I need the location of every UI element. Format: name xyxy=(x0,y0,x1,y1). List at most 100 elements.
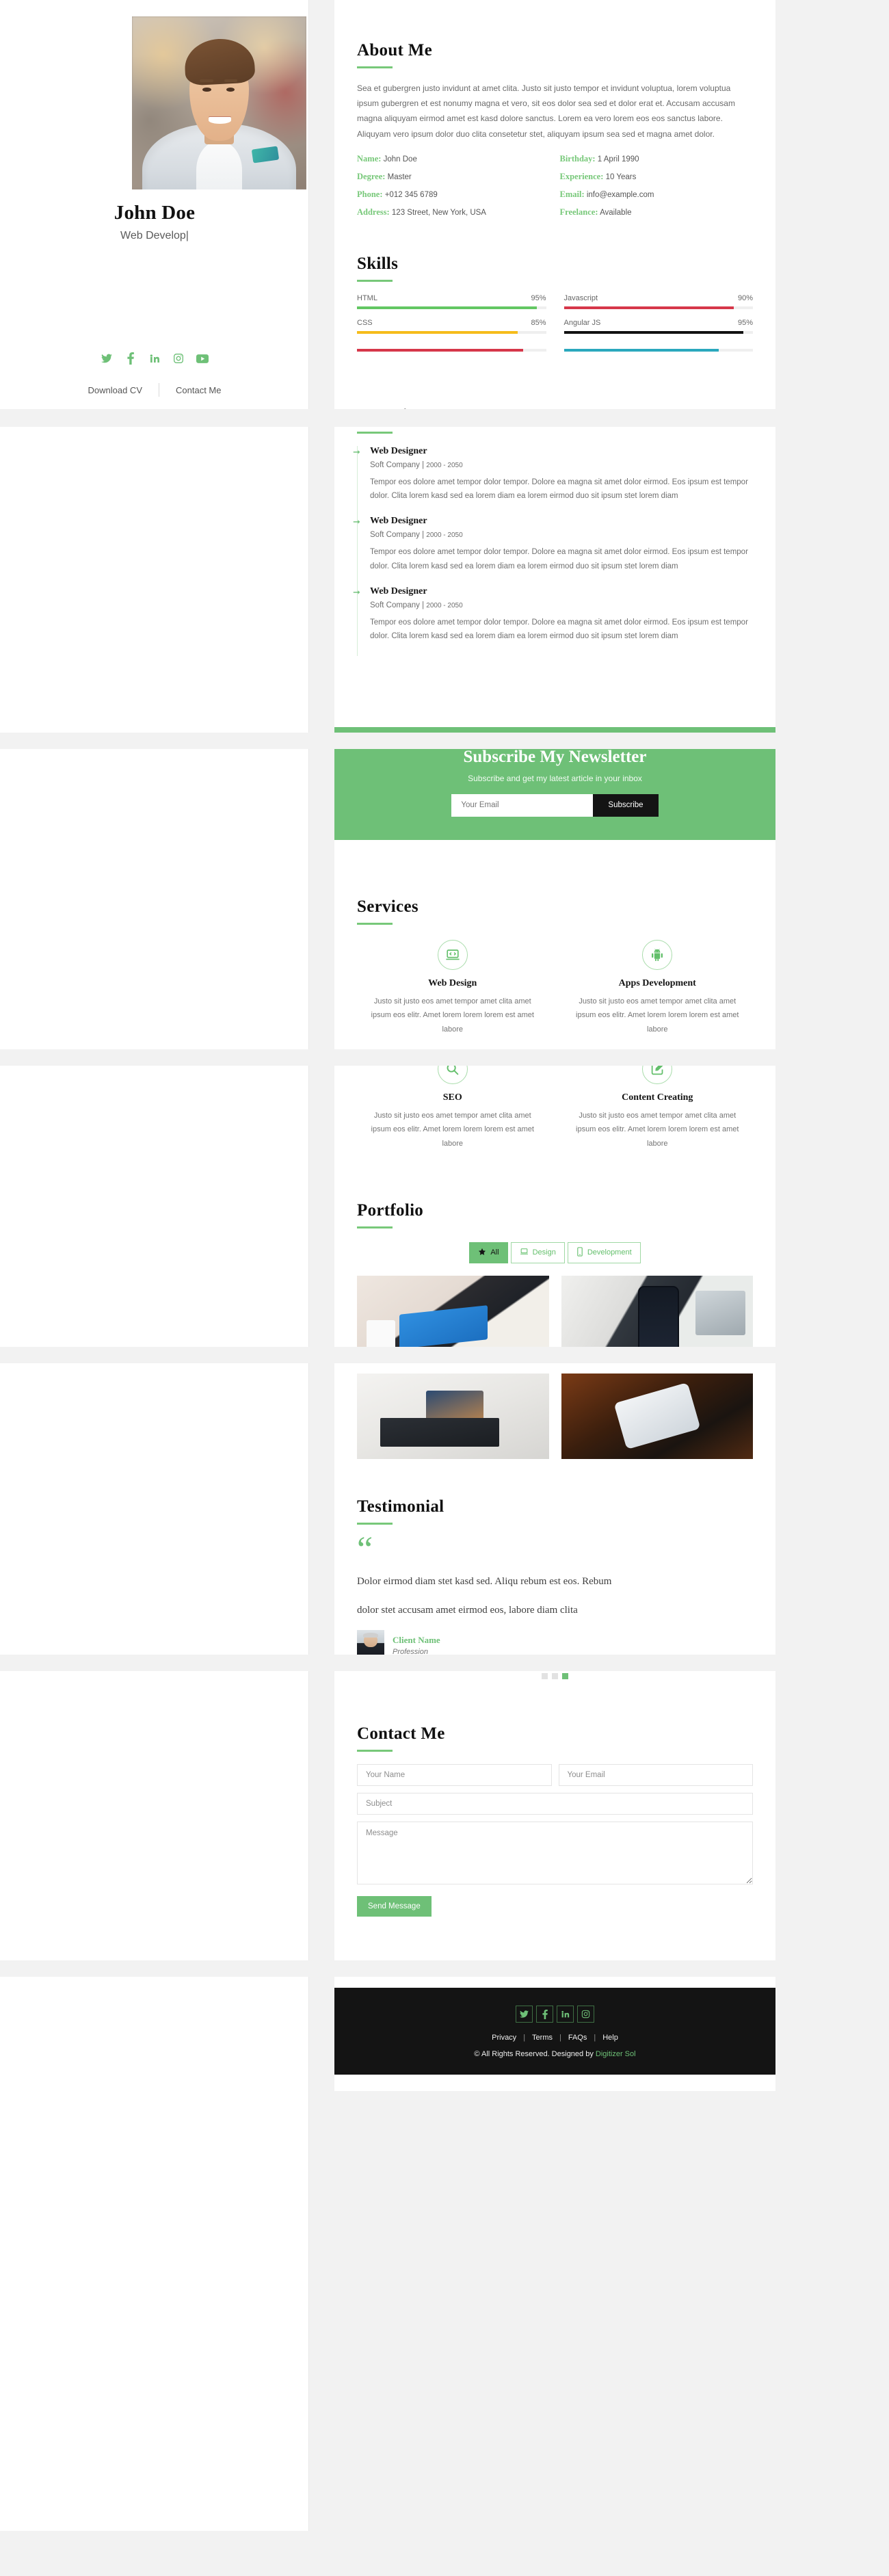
service-name: Web Design xyxy=(428,977,477,988)
download-cv-button[interactable]: Download CV xyxy=(72,385,159,395)
footer-copyright: © All Rights Reserved. Designed by Digit… xyxy=(334,2050,775,2058)
about-field-label: Degree: xyxy=(357,171,386,181)
facebook-icon[interactable] xyxy=(124,352,137,365)
subscribe-button[interactable]: Subscribe xyxy=(593,793,659,817)
about-field-freelance: Freelance: Available xyxy=(560,207,754,218)
footer-separator: | xyxy=(559,2034,561,2042)
experience-item: ➞ Web Designer Soft Company | 2000 - 205… xyxy=(353,445,753,516)
photo-smile xyxy=(209,116,232,124)
laptop-icon xyxy=(520,1247,529,1258)
contact-form-row xyxy=(357,1764,753,1787)
portfolio-filter-label: All xyxy=(490,1248,499,1257)
skill-label: HTML xyxy=(357,293,377,302)
carousel-dot-3[interactable] xyxy=(562,1673,568,1680)
experience-company: Soft Company xyxy=(370,531,420,540)
instagram-icon[interactable] xyxy=(577,2006,594,2023)
skill-bar-track xyxy=(357,306,546,309)
about-field-address: Address: 123 Street, New York, USA xyxy=(357,207,550,218)
contact-subject-input[interactable] xyxy=(357,1793,753,1815)
experience-desc: Tempor eos dolore amet tempor dolor temp… xyxy=(370,548,748,570)
experience-role: Web Designer xyxy=(370,516,427,527)
instagram-icon[interactable] xyxy=(172,352,185,365)
experience-years: 2000 - 2050 xyxy=(426,461,463,469)
service-content-creating[interactable]: Content Creating Justo sit justo eos ame… xyxy=(562,1053,754,1151)
footer-brand-link[interactable]: Digitizer Sol xyxy=(596,2050,636,2058)
experience-company: Soft Company xyxy=(370,601,420,609)
service-web-design[interactable]: Web Design Justo sit justo eos amet temp… xyxy=(357,939,548,1036)
twitter-icon[interactable] xyxy=(101,352,113,365)
skills-heading: Skills xyxy=(357,254,399,273)
scroll-seam-band xyxy=(0,1655,889,1671)
spacer-before-portfolio xyxy=(334,1157,775,1192)
linkedin-icon[interactable] xyxy=(148,352,161,365)
service-desc: Justo sit justo eos amet tempor amet cli… xyxy=(371,997,534,1034)
youtube-icon[interactable] xyxy=(196,352,209,365)
about-field-label: Email: xyxy=(559,189,585,199)
footer-bottom-spacer xyxy=(334,2075,775,2092)
main-content: About Me Sea et gubergren justo invidunt… xyxy=(334,0,775,2092)
portfolio-section: Portfolio All Design Development xyxy=(334,1191,775,1480)
footer-links: Privacy | Terms | FAQs | Help xyxy=(334,2034,775,2042)
contact-email-input[interactable] xyxy=(558,1764,753,1787)
skill-percent: 95% xyxy=(531,293,546,302)
services-grid: Web Design Justo sit justo eos amet temp… xyxy=(357,939,754,1151)
about-details-grid: Name: John Doe Birthday: 1 April 1990 De… xyxy=(357,154,753,218)
twitter-icon[interactable] xyxy=(516,2006,533,2023)
experience-desc: Tempor eos dolore amet tempor dolor temp… xyxy=(370,618,748,641)
portfolio-grid xyxy=(357,1275,753,1459)
profile-sidebar: John Doe Web Develop| Download CV Contac… xyxy=(0,0,309,2531)
contact-me-button[interactable]: Contact Me xyxy=(159,385,237,395)
footer-link-terms[interactable]: Terms xyxy=(527,2034,558,2042)
linkedin-icon[interactable] xyxy=(557,2006,574,2023)
photo-brow-right xyxy=(224,79,238,83)
portfolio-item[interactable] xyxy=(357,1373,549,1459)
experience-company: Soft Company xyxy=(370,460,420,469)
service-desc: Justo sit justo eos amet tempor amet cli… xyxy=(576,997,739,1034)
skill-bar-fill xyxy=(357,306,537,309)
footer-link-faqs[interactable]: FAQs xyxy=(563,2034,593,2042)
testimonial-carousel-dots xyxy=(357,1673,753,1680)
contact-message-textarea[interactable] xyxy=(357,1822,753,1885)
laptop-code-icon xyxy=(437,939,468,970)
profile-role: Web Develop| xyxy=(120,230,189,241)
experience-item: ➞ Web Designer Soft Company | 2000 - 205… xyxy=(353,586,753,656)
newsletter-email-input[interactable] xyxy=(451,793,594,817)
services-heading: Services xyxy=(357,897,419,916)
about-field-email: Email: info@example.com xyxy=(560,189,754,200)
newsletter-title: Subscribe My Newsletter xyxy=(463,747,647,766)
portfolio-filter-all[interactable]: All xyxy=(469,1241,508,1263)
experience-meta: Soft Company | 2000 - 2050 xyxy=(370,460,463,469)
send-message-button[interactable]: Send Message xyxy=(357,1896,432,1917)
portfolio-page: John Doe Web Develop| Download CV Contac… xyxy=(0,0,889,2576)
testimonial-heading-rule xyxy=(357,1522,393,1525)
carousel-dot-2[interactable] xyxy=(552,1673,558,1680)
footer-link-privacy[interactable]: Privacy xyxy=(486,2034,522,2042)
skill-bar-track xyxy=(357,348,546,352)
about-heading: About Me xyxy=(357,41,433,60)
arrow-right-icon: ➞ xyxy=(353,516,360,527)
services-section: Services Web Design Justo sit justo eos … xyxy=(334,887,775,1157)
carousel-dot-1[interactable] xyxy=(542,1673,548,1680)
service-seo[interactable]: SEO Justo sit justo eos amet tempor amet… xyxy=(357,1053,548,1151)
experience-role: Web Designer xyxy=(370,445,427,456)
portfolio-item[interactable] xyxy=(561,1373,753,1459)
skill-css: CSS 85% xyxy=(357,319,546,334)
footer-link-help[interactable]: Help xyxy=(597,2034,624,2042)
profile-social-links xyxy=(0,352,309,365)
facebook-icon[interactable] xyxy=(536,2006,553,2023)
arrow-right-icon: ➞ xyxy=(353,586,360,597)
testimonial-client-name: Client Name xyxy=(393,1635,440,1646)
experience-role: Web Designer xyxy=(370,586,427,596)
service-apps-development[interactable]: Apps Development Justo sit justo eos ame… xyxy=(562,939,754,1036)
about-field-label: Name: xyxy=(357,153,382,163)
contact-name-input[interactable] xyxy=(357,1764,552,1787)
skill-label: CSS xyxy=(357,318,373,327)
portfolio-filter-design[interactable]: Design xyxy=(510,1241,565,1263)
experience-section: Expericence ➞ Web Designer Soft Company … xyxy=(334,356,775,674)
service-desc: Justo sit justo eos amet tempor amet cli… xyxy=(371,1111,534,1148)
newsletter-subtitle: Subscribe and get my latest article in y… xyxy=(468,773,642,783)
portfolio-filter-development[interactable]: Development xyxy=(567,1241,641,1263)
skill-label: Javascript xyxy=(563,293,598,302)
about-field-value: 1 April 1990 xyxy=(597,155,639,163)
skill-percent: 85% xyxy=(531,318,546,327)
